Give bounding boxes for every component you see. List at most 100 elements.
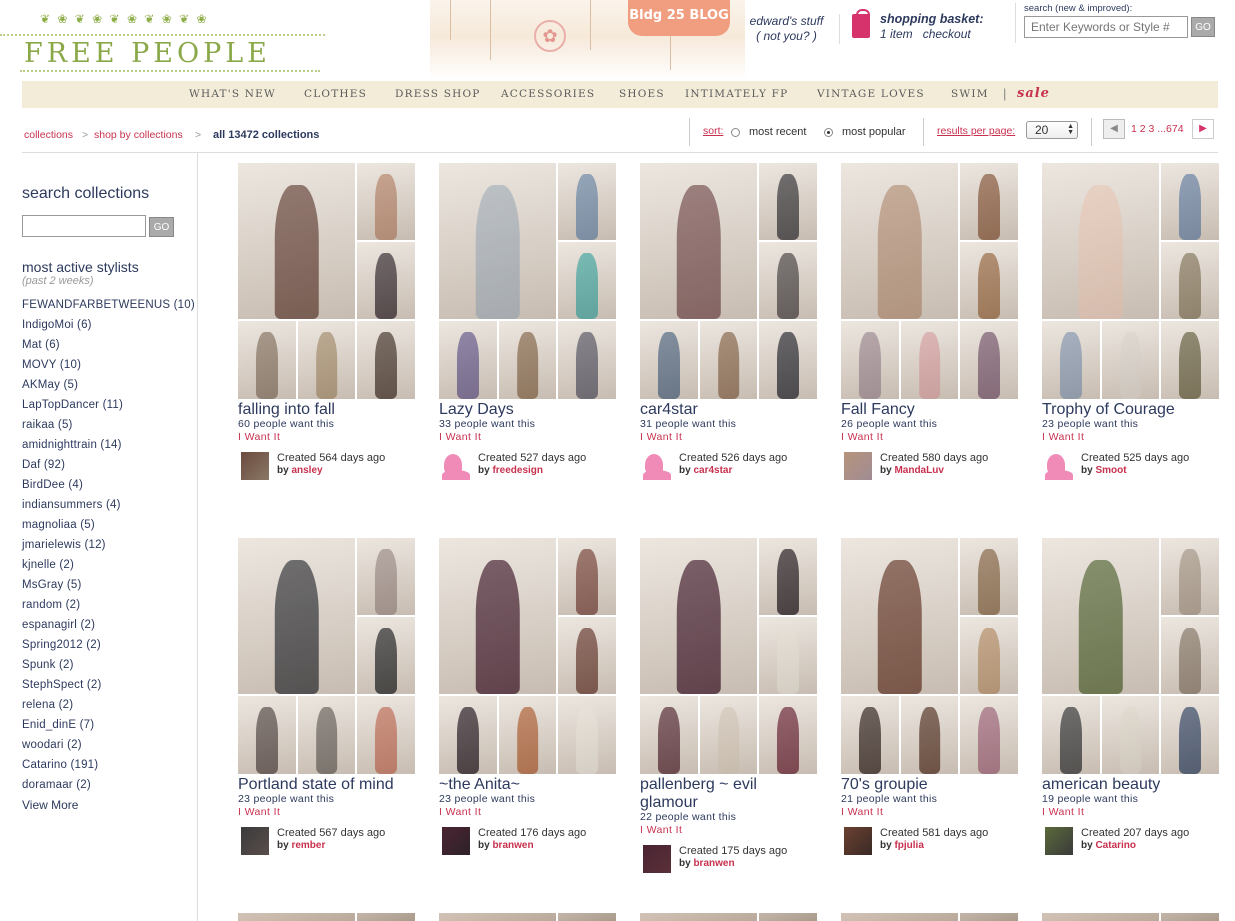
collection-title[interactable]: falling into fall — [238, 401, 415, 419]
stylist-avatar[interactable] — [643, 845, 671, 873]
product-image[interactable] — [1161, 242, 1219, 319]
stylist-link[interactable]: amidnighttrain (14) — [22, 439, 122, 451]
product-image[interactable] — [640, 538, 757, 694]
stylist-link[interactable]: AKMay (5) — [22, 379, 78, 391]
free-people-logo[interactable]: ❦ ❀ ❦ ❀ ❦ ❀ ❦ ❀ ❦ ❀ FREE PEOPLE — [0, 8, 330, 74]
product-image[interactable] — [841, 163, 958, 319]
product-image[interactable] — [640, 321, 698, 399]
i-want-it-link[interactable]: I Want It — [1042, 431, 1084, 443]
stylist-link[interactable]: Mat (6) — [22, 339, 60, 351]
product-image[interactable] — [1161, 696, 1219, 774]
page-numbers[interactable]: 1 2 3 ...674 — [1131, 123, 1184, 135]
user-name[interactable]: edward's stuff — [740, 14, 833, 29]
product-image[interactable] — [841, 913, 958, 921]
collection-image-mosaic[interactable] — [1042, 163, 1219, 399]
i-want-it-link[interactable]: I Want It — [841, 431, 883, 443]
product-image[interactable] — [759, 321, 817, 399]
nav-shoes[interactable]: SHOES — [619, 88, 665, 100]
nav-vintage-loves[interactable]: VINTAGE LOVES — [817, 88, 925, 100]
stylist-name-link[interactable]: freedesign — [492, 465, 543, 476]
product-image[interactable] — [759, 538, 817, 615]
product-image[interactable] — [759, 913, 817, 921]
product-image[interactable] — [960, 321, 1018, 399]
collection-image-mosaic[interactable] — [841, 538, 1018, 774]
basket-title[interactable]: shopping basket: — [880, 12, 1010, 27]
product-image[interactable] — [357, 163, 415, 240]
stylist-link[interactable]: espanagirl (2) — [22, 619, 95, 631]
stylist-link[interactable]: Spunk (2) — [22, 659, 74, 671]
stylist-link[interactable]: raikaa (5) — [22, 419, 73, 431]
product-image[interactable] — [759, 163, 817, 240]
product-image[interactable] — [1042, 696, 1100, 774]
product-image[interactable] — [558, 321, 616, 399]
stylist-link[interactable]: Spring2012 (2) — [22, 639, 101, 651]
stylist-link[interactable]: doramaar (2) — [22, 779, 91, 791]
i-want-it-link[interactable]: I Want It — [1042, 806, 1084, 818]
product-image[interactable] — [640, 913, 757, 921]
collection-title[interactable]: 70's groupie — [841, 776, 1018, 794]
stylist-avatar[interactable] — [241, 452, 269, 480]
product-image[interactable] — [841, 696, 899, 774]
sort-most-popular-radio[interactable] — [824, 128, 833, 137]
product-image[interactable] — [841, 321, 899, 399]
nav-swim[interactable]: SWIM — [951, 88, 989, 100]
product-image[interactable] — [439, 163, 556, 319]
stylist-name-link[interactable]: MandaLuv — [894, 465, 943, 476]
nav-sale[interactable]: sale — [1017, 86, 1050, 101]
breadcrumb-collections[interactable]: collections — [24, 129, 73, 141]
stylist-avatar[interactable] — [241, 827, 269, 855]
product-image[interactable] — [759, 617, 817, 694]
product-image[interactable] — [960, 242, 1018, 319]
not-you-link[interactable]: ( not you? ) — [740, 29, 833, 44]
product-image[interactable] — [960, 538, 1018, 615]
product-image[interactable] — [1161, 163, 1219, 240]
stylist-name-link[interactable]: branwen — [693, 858, 734, 869]
product-image[interactable] — [700, 696, 757, 774]
product-image[interactable] — [499, 696, 556, 774]
stylist-link[interactable]: relena (2) — [22, 699, 73, 711]
basket-items[interactable]: 1 item — [880, 27, 913, 41]
product-image[interactable] — [640, 696, 698, 774]
collection-image-mosaic[interactable] — [439, 538, 616, 774]
stylist-link[interactable]: IndigoMoi (6) — [22, 319, 92, 331]
product-image[interactable] — [841, 538, 958, 694]
collections-search-input[interactable] — [22, 215, 146, 237]
stylist-name-link[interactable]: Catarino — [1095, 840, 1136, 851]
stylist-link[interactable]: MsGray (5) — [22, 579, 82, 591]
i-want-it-link[interactable]: I Want It — [841, 806, 883, 818]
product-image[interactable] — [558, 538, 616, 615]
stylist-name-link[interactable]: fpjulia — [894, 840, 923, 851]
collection-title[interactable]: pallenberg ~ evil glamour — [640, 776, 817, 812]
product-image[interactable] — [357, 538, 415, 615]
product-image[interactable] — [238, 163, 355, 319]
prev-page-button[interactable]: ◀ — [1103, 119, 1125, 139]
product-image[interactable] — [238, 696, 296, 774]
nav-accessories[interactable]: ACCESSORIES — [501, 88, 595, 100]
collection-title[interactable]: Portland state of mind — [238, 776, 415, 794]
view-more-link[interactable]: View More — [22, 798, 78, 812]
blog-link[interactable]: Bldg 25 BLOG — [628, 0, 730, 36]
sort-most-recent-radio[interactable] — [731, 128, 740, 137]
product-image[interactable] — [1161, 913, 1219, 921]
search-go-button[interactable]: GO — [1191, 17, 1215, 37]
product-image[interactable] — [759, 242, 817, 319]
collection-title[interactable]: car4star — [640, 401, 817, 419]
collection-title[interactable]: Fall Fancy — [841, 401, 1018, 419]
product-image[interactable] — [439, 538, 556, 694]
sort-most-recent-label[interactable]: most recent — [749, 126, 806, 138]
product-image[interactable] — [1161, 538, 1219, 615]
product-image[interactable] — [700, 321, 757, 399]
stylist-link[interactable]: StephSpect (2) — [22, 679, 102, 691]
i-want-it-link[interactable]: I Want It — [238, 431, 280, 443]
stylist-link[interactable]: Daf (92) — [22, 459, 65, 471]
product-image[interactable] — [238, 321, 296, 399]
i-want-it-link[interactable]: I Want It — [439, 806, 481, 818]
i-want-it-link[interactable]: I Want It — [439, 431, 481, 443]
breadcrumb-shop-by-collections[interactable]: shop by collections — [94, 129, 183, 141]
product-image[interactable] — [357, 913, 415, 921]
stylist-name-link[interactable]: Smoot — [1095, 465, 1126, 476]
product-image[interactable] — [1042, 321, 1100, 399]
product-image[interactable] — [558, 242, 616, 319]
product-image[interactable] — [439, 321, 497, 399]
nav-whats-new[interactable]: WHAT'S NEW — [189, 88, 276, 100]
